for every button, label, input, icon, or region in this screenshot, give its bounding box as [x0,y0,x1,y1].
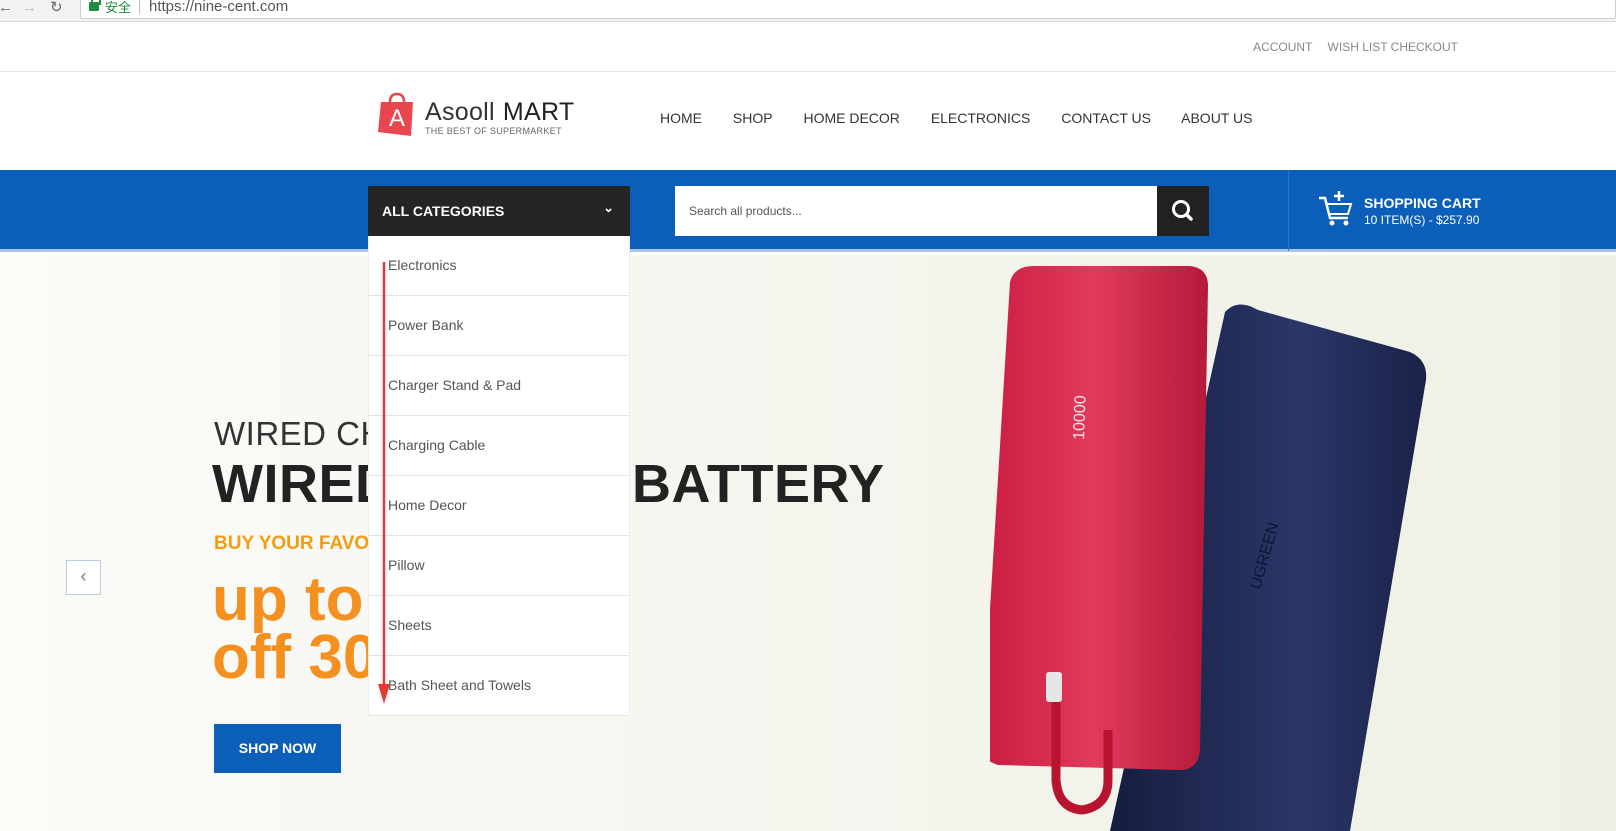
logo-name: Asooll [425,98,495,126]
search-placeholder: Search all products... [689,204,802,218]
header-divider [0,71,1616,72]
lock-icon [89,0,101,11]
slider-prev-button[interactable]: ‹ [66,560,101,595]
svg-text:A: A [389,105,405,132]
account-link[interactable]: ACCOUNT [1253,40,1312,54]
hero-subtitle: WIRED CH [214,415,385,452]
main-nav: HOME SHOP HOME DECOR ELECTRONICS CONTACT… [660,110,1279,126]
cart-summary: 10 ITEM(S) - $257.90 [1364,213,1480,227]
search-input[interactable]: Search all products... [675,186,1157,236]
reload-icon[interactable]: ↻ [50,0,63,16]
nav-shop[interactable]: SHOP [733,110,773,126]
annotation-arrow [378,262,390,704]
top-links: ACCOUNT WISH LIST CHECKOUT [1241,40,1458,54]
address-bar[interactable]: 安全 https://nine-cent.com [80,0,1616,19]
categories-dropdown: Electronics Power Bank Charger Stand & P… [368,236,630,716]
wishlist-checkout-link[interactable]: WISH LIST CHECKOUT [1328,40,1458,54]
category-bath-sheet-towels[interactable]: Bath Sheet and Towels [369,656,629,716]
category-pillow[interactable]: Pillow [369,536,629,596]
nav-home[interactable]: HOME [660,110,702,126]
logo-tagline: THE BEST OF SUPERMARKET [425,126,562,136]
secure-label: 安全 [105,0,132,15]
cart-title: SHOPPING CART [1364,195,1481,211]
all-categories-toggle[interactable]: ALL CATEGORIES ⌄ [368,186,630,236]
logo-name2: MART [502,98,575,126]
chevron-down-icon: ⌄ [603,200,614,215]
forward-icon[interactable]: → [22,0,37,16]
category-sheets[interactable]: Sheets [369,596,629,656]
svg-text:10000: 10000 [1071,395,1090,440]
browser-toolbar: ← → ↻ 安全 https://nine-cent.com [0,0,1616,22]
hero-offer-line2: off 30 [212,623,378,692]
all-categories-label: ALL CATEGORIES [382,203,505,219]
nav-contact-us[interactable]: CONTACT US [1061,110,1151,126]
shop-now-button[interactable]: SHOP NOW [214,724,341,773]
category-charging-cable[interactable]: Charging Cable [369,416,629,476]
url-separator [139,0,140,14]
nav-about-us[interactable]: ABOUT US [1181,110,1252,126]
cart-divider [1288,170,1289,251]
chevron-left-icon: ‹ [80,566,87,586]
search-icon [1172,200,1193,221]
hero-offer-line1: up to [212,565,364,634]
category-home-decor[interactable]: Home Decor [369,476,629,536]
category-charger-stand-pad[interactable]: Charger Stand & Pad [369,356,629,416]
search-button[interactable] [1157,186,1209,236]
site-logo[interactable]: A Asooll MART THE BEST OF SUPERMARKET [378,88,578,140]
url-text[interactable]: https://nine-cent.com [149,0,288,16]
shopping-bag-icon: A [378,92,413,136]
nav-electronics[interactable]: ELECTRONICS [931,110,1031,126]
category-electronics[interactable]: Electronics [369,236,629,296]
cart-icon [1319,191,1353,226]
back-icon[interactable]: ← [0,0,13,16]
hero-offer: up to off 30 [212,565,378,692]
power-bank-image: UGREEN 10000 [990,266,1427,831]
nav-home-decor[interactable]: HOME DECOR [803,110,899,126]
category-power-bank[interactable]: Power Bank [369,296,629,356]
hero-tagline: BUY YOUR FAVO [214,533,370,554]
hero-slider: ‹ WIRED CH WIRED POWER BATTERY BUY YOUR … [0,255,1616,831]
